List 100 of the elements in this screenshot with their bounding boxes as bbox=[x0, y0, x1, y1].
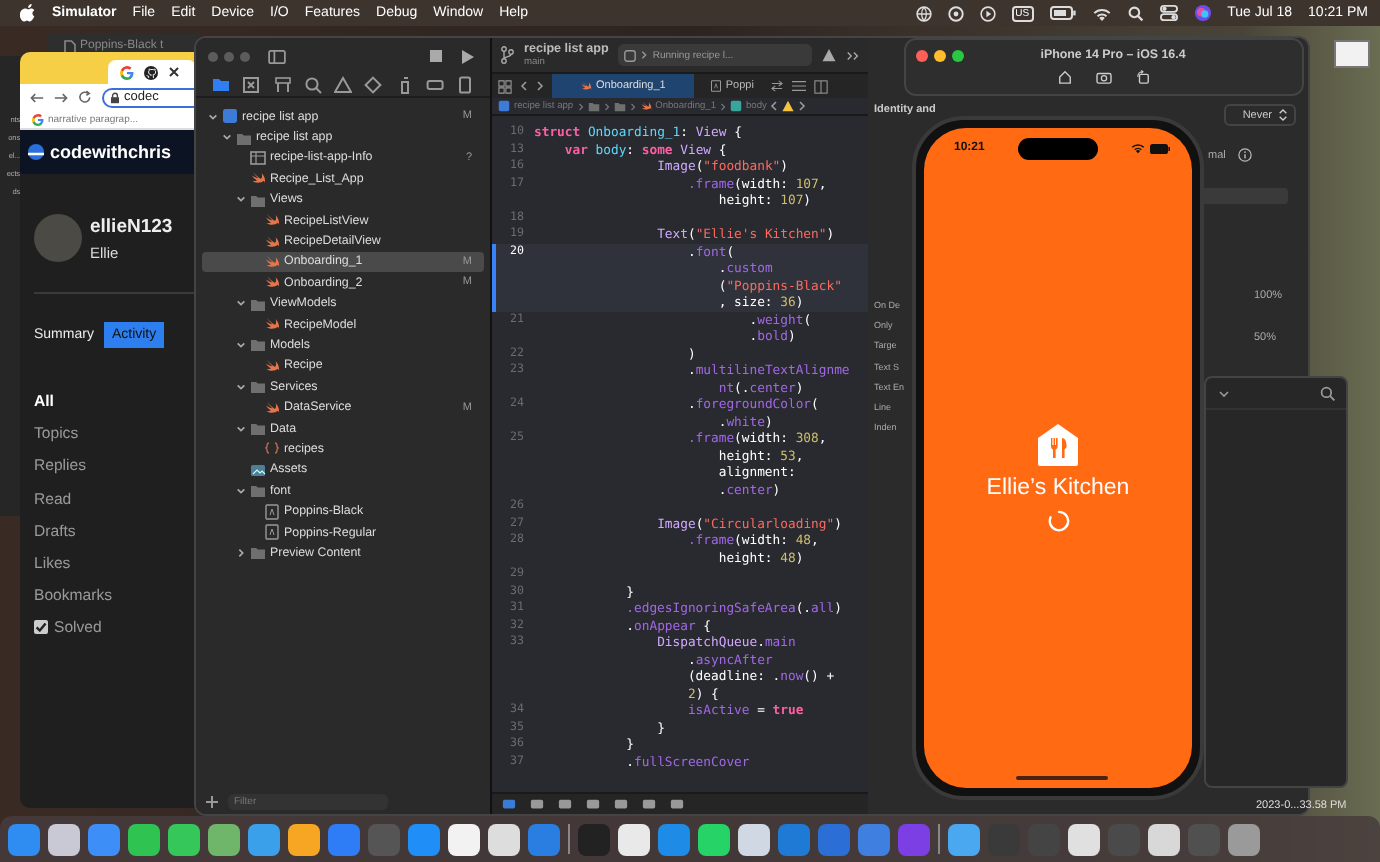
app-icon[interactable] bbox=[208, 823, 240, 855]
chevron-icon bbox=[720, 101, 727, 111]
chevron-down-icon[interactable] bbox=[1218, 389, 1230, 397]
folder-icon bbox=[250, 295, 266, 312]
symbol-icon bbox=[730, 100, 743, 112]
double-chevron-icon[interactable] bbox=[846, 49, 860, 61]
app-icon[interactable] bbox=[698, 823, 730, 855]
swift-file-icon bbox=[264, 253, 280, 270]
app-icon[interactable] bbox=[948, 823, 980, 855]
stepper-icon bbox=[1278, 108, 1288, 122]
swift-file-icon bbox=[264, 212, 280, 229]
search-icon[interactable] bbox=[1320, 385, 1336, 401]
text-field[interactable] bbox=[1198, 188, 1288, 204]
browser-tab[interactable] bbox=[108, 60, 196, 84]
image-catalog-icon bbox=[250, 461, 266, 478]
status-circle-icon[interactable] bbox=[947, 5, 964, 21]
rotate-icon[interactable] bbox=[1136, 70, 1150, 84]
braces-file-icon bbox=[264, 440, 280, 457]
plus-icon[interactable] bbox=[206, 796, 218, 808]
swift-file-icon bbox=[264, 274, 280, 291]
reload-icon[interactable] bbox=[78, 90, 92, 104]
site-name[interactable]: codewithchris bbox=[50, 142, 172, 162]
home-icon[interactable] bbox=[1058, 70, 1072, 84]
app-icon[interactable] bbox=[168, 823, 200, 855]
folder-icon[interactable] bbox=[212, 76, 230, 94]
split-icon[interactable] bbox=[813, 79, 828, 93]
battery-icon[interactable] bbox=[1049, 6, 1076, 20]
google-icon bbox=[120, 65, 134, 79]
console-icon[interactable] bbox=[502, 798, 516, 810]
forward-arrow-icon[interactable] bbox=[54, 91, 68, 103]
table-file-icon bbox=[250, 149, 266, 166]
folder-icon bbox=[250, 378, 266, 395]
info-icon bbox=[1237, 148, 1252, 162]
search-icon[interactable] bbox=[1127, 5, 1144, 21]
app-title: Ellie’s Kitchen bbox=[986, 476, 1130, 500]
app-icon[interactable] bbox=[488, 823, 520, 855]
folder-icon bbox=[250, 544, 266, 561]
chevron-icon[interactable] bbox=[236, 423, 246, 434]
project-icon bbox=[498, 100, 510, 112]
app-icon[interactable] bbox=[448, 823, 480, 855]
swift-file-icon bbox=[580, 80, 592, 92]
app-icon[interactable] bbox=[1068, 823, 1100, 855]
chevron-icon[interactable] bbox=[236, 339, 246, 350]
forward-chevron-icon[interactable] bbox=[536, 80, 544, 92]
swift-file-icon bbox=[264, 399, 280, 416]
checkbox[interactable] bbox=[34, 620, 48, 635]
branch-icon[interactable] bbox=[500, 46, 514, 64]
swift-file-icon bbox=[250, 170, 266, 187]
search-icon[interactable] bbox=[303, 76, 322, 94]
screenshot-thumbnail[interactable] bbox=[1334, 40, 1370, 68]
app-icon[interactable] bbox=[618, 823, 650, 855]
swift-file-icon bbox=[264, 316, 280, 333]
lines-icon[interactable] bbox=[791, 80, 806, 92]
chevron-icon[interactable] bbox=[236, 298, 246, 309]
app-icon[interactable] bbox=[288, 823, 320, 855]
camera-icon[interactable] bbox=[1096, 70, 1112, 84]
sidebar-icon[interactable] bbox=[268, 49, 286, 63]
document-icon bbox=[64, 39, 76, 53]
lock-icon bbox=[110, 91, 120, 103]
document-icon bbox=[264, 503, 280, 520]
back-chevron-icon[interactable] bbox=[770, 100, 779, 112]
project-icon bbox=[222, 108, 238, 125]
warning-icon[interactable] bbox=[822, 48, 836, 62]
folder-icon bbox=[250, 336, 266, 353]
battery-icon bbox=[1149, 143, 1170, 153]
google-icon bbox=[32, 113, 44, 125]
run-icon[interactable] bbox=[460, 49, 474, 63]
siri-orb-icon[interactable] bbox=[1193, 4, 1212, 22]
document-icon bbox=[709, 80, 722, 92]
chevron-icon[interactable] bbox=[236, 547, 246, 558]
play-icon[interactable] bbox=[979, 5, 996, 21]
app-icon[interactable] bbox=[48, 823, 80, 855]
logo-icon bbox=[28, 144, 44, 160]
square-x-icon[interactable] bbox=[242, 76, 261, 94]
chevron-icon[interactable] bbox=[236, 194, 246, 205]
swap-icon[interactable] bbox=[769, 80, 784, 92]
swift-file-icon bbox=[639, 100, 652, 112]
dynamic-island bbox=[1017, 137, 1098, 159]
github-icon bbox=[144, 65, 158, 79]
folder-icon bbox=[236, 129, 252, 146]
grid-icon[interactable] bbox=[498, 79, 512, 93]
apple-icon[interactable] bbox=[20, 4, 36, 22]
close-icon[interactable] bbox=[168, 66, 180, 78]
back-chevron-icon[interactable] bbox=[520, 80, 528, 92]
swift-file-icon bbox=[264, 233, 280, 250]
forward-chevron-icon[interactable] bbox=[798, 100, 807, 112]
username: ellieN123 bbox=[90, 215, 173, 237]
chevron-icon bbox=[640, 50, 649, 60]
toggle-icon[interactable] bbox=[1159, 4, 1178, 22]
chevron-icon bbox=[603, 101, 610, 111]
wifi-icon[interactable] bbox=[1091, 5, 1112, 21]
globe-icon[interactable] bbox=[915, 5, 932, 21]
app-icon[interactable] bbox=[1148, 823, 1180, 855]
back-arrow-icon[interactable] bbox=[30, 91, 44, 103]
chevron-icon[interactable] bbox=[236, 485, 246, 496]
app-icon bbox=[624, 49, 637, 61]
warning-icon[interactable] bbox=[334, 76, 352, 94]
app-icon[interactable] bbox=[738, 823, 770, 855]
app-icon[interactable] bbox=[128, 823, 160, 855]
chevron-icon[interactable] bbox=[236, 381, 246, 392]
